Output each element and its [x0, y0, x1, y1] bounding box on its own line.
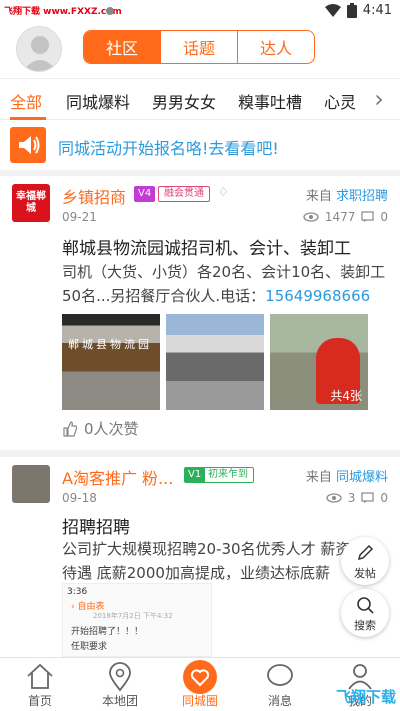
category-all[interactable]: 全部 — [10, 89, 42, 113]
category-men-women[interactable]: 男男女女 — [152, 89, 216, 113]
post-title[interactable]: 郸城县物流园诚招司机、会计、装卸工 — [62, 234, 351, 259]
announcement-banner[interactable]: 同城活动开始报名咯!去看看吧! — [0, 120, 400, 170]
message-icon — [267, 664, 293, 686]
location-pin-icon — [109, 662, 131, 692]
post-body[interactable]: 司机（大货、小货）各20名、会计10名、装卸工50名...另招餐厅合伙人.电话：… — [62, 260, 392, 308]
status-icons: 4:41 — [324, 3, 392, 18]
post-source-label: 来自 — [305, 470, 332, 485]
tab-experts[interactable]: 达人 — [237, 31, 314, 63]
screenshot-line: 任职要求 — [71, 642, 108, 652]
post-card[interactable]: A淘客推广 粉... V1 初来乍到 来自 同城爆料 09-18 3 0 招聘招… — [0, 457, 400, 657]
nav-messages[interactable]: 消息 — [240, 658, 320, 711]
like-count: 0人次赞 — [84, 420, 139, 438]
watermark-text: 飞翔下载 www.FXXZ.com — [4, 7, 122, 17]
nav-city-circle[interactable]: 同城圈 — [160, 658, 240, 711]
eye-icon — [326, 493, 342, 503]
banner-text: 同城活动开始报名咯!去看看吧! — [58, 139, 279, 158]
view-count: 1477 — [324, 210, 356, 224]
rank-badge: 融会贯通 — [158, 186, 210, 202]
home-icon — [27, 663, 53, 689]
post-author-name[interactable]: A淘客推广 粉... — [62, 465, 173, 489]
screenshot-date: 2018年7月2日 下午4:32 — [93, 612, 173, 620]
post-stats: 3 0 — [326, 491, 388, 505]
tab-community[interactable]: 社区 — [84, 31, 160, 63]
image-sign-text: 郸城县物流园 — [68, 338, 152, 351]
category-local-news[interactable]: 同城爆料 — [66, 89, 130, 113]
comment-count: 0 — [380, 491, 388, 505]
bottom-nav: 首页 本地团 同城圈 消息 我的 飞翔下载 — [0, 657, 400, 711]
default-avatar-icon — [23, 36, 57, 71]
category-rants[interactable]: 糗事吐槽 — [238, 89, 302, 113]
post-title[interactable]: 招聘招聘 — [62, 513, 130, 538]
phone-link[interactable]: 15649968666 — [265, 287, 370, 305]
search-fab-button[interactable]: 搜索 — [341, 589, 389, 637]
like-button[interactable]: 0人次赞 — [62, 418, 139, 439]
speaker-icon — [10, 127, 46, 163]
post-date: 09-21 — [62, 210, 97, 224]
post-source: 来自 同城爆料 — [306, 466, 388, 485]
battery-icon — [346, 3, 357, 18]
chevron-right-icon[interactable]: › — [366, 85, 392, 115]
post-author-avatar[interactable]: 幸福郸城 — [12, 184, 50, 222]
nav-label: 本地团 — [101, 694, 138, 708]
post-source-link[interactable]: 求职招聘 — [336, 189, 388, 204]
nav-label: 同城圈 — [181, 694, 218, 708]
post-source-label: 来自 — [305, 189, 332, 204]
post-date: 09-18 — [62, 491, 97, 505]
thumbs-up-icon — [63, 420, 78, 437]
post-author-avatar[interactable] — [12, 465, 50, 503]
comment-icon — [361, 492, 374, 503]
category-tabs: 全部 同城爆料 男男女女 糗事吐槽 心灵 › — [0, 78, 400, 120]
diamond-icon: ♢ — [218, 185, 229, 199]
post-fab-button[interactable]: 发帖 — [341, 537, 389, 585]
screenshot-time: 3:36 — [67, 587, 88, 597]
nav-label: 消息 — [267, 694, 292, 708]
post-image[interactable]: 3:36 ‹ 自由表 2018年7月2日 下午4:32 开始招聘了！！！ 任职要… — [62, 583, 212, 657]
post-author-name[interactable]: 乡镇招商 — [62, 184, 126, 208]
nav-local-group[interactable]: 本地团 — [80, 658, 160, 711]
notification-dot-icon — [106, 7, 114, 15]
post-stats: 1477 0 — [303, 210, 388, 224]
user-avatar[interactable] — [16, 26, 62, 72]
level-badge: V4 — [134, 186, 156, 202]
search-icon — [357, 597, 374, 614]
clock-text: 4:41 — [362, 3, 392, 18]
post-source-link[interactable]: 同城爆料 — [336, 470, 388, 485]
section-switcher: 社区 话题 达人 — [83, 30, 315, 64]
post-card[interactable]: 幸福郸城 乡镇招商 V4 融会贯通 ♢ 来自 求职招聘 09-21 1477 0… — [0, 176, 400, 450]
nav-label: 首页 — [27, 694, 52, 708]
tab-topics[interactable]: 话题 — [160, 31, 237, 63]
image-count: 共4张 — [330, 389, 362, 403]
status-bar: 飞翔下载 www.FXXZ.com 4:41 — [0, 0, 400, 22]
watermark-text: 飞翔下载 — [335, 688, 396, 706]
post-image[interactable] — [166, 314, 264, 410]
post-image-gallery: 郸城县物流园 共4张 — [62, 314, 368, 410]
comment-icon — [361, 211, 374, 222]
app-header: 社区 话题 达人 — [0, 22, 400, 78]
comment-count: 0 — [380, 210, 388, 224]
rank-badge: 初来乍到 — [202, 467, 254, 483]
wifi-icon — [324, 3, 341, 17]
post-source: 来自 求职招聘 — [306, 185, 388, 204]
heart-bubble-icon — [183, 660, 217, 694]
search-fab-label: 搜索 — [354, 619, 376, 632]
nav-home[interactable]: 首页 — [0, 658, 80, 711]
category-soul[interactable]: 心灵 — [324, 89, 356, 113]
app-root: 飞翔下载 www.FXXZ.com 4:41 社区 话题 达人 全部 同城爆料 … — [0, 0, 400, 711]
post-fab-label: 发帖 — [354, 567, 376, 580]
pen-icon — [357, 544, 374, 561]
view-count: 3 — [347, 491, 356, 505]
post-image[interactable]: 共4张 — [270, 314, 368, 410]
screenshot-line: 开始招聘了！！！ — [71, 627, 144, 637]
post-image[interactable]: 郸城县物流园 — [62, 314, 160, 410]
eye-icon — [303, 212, 319, 222]
